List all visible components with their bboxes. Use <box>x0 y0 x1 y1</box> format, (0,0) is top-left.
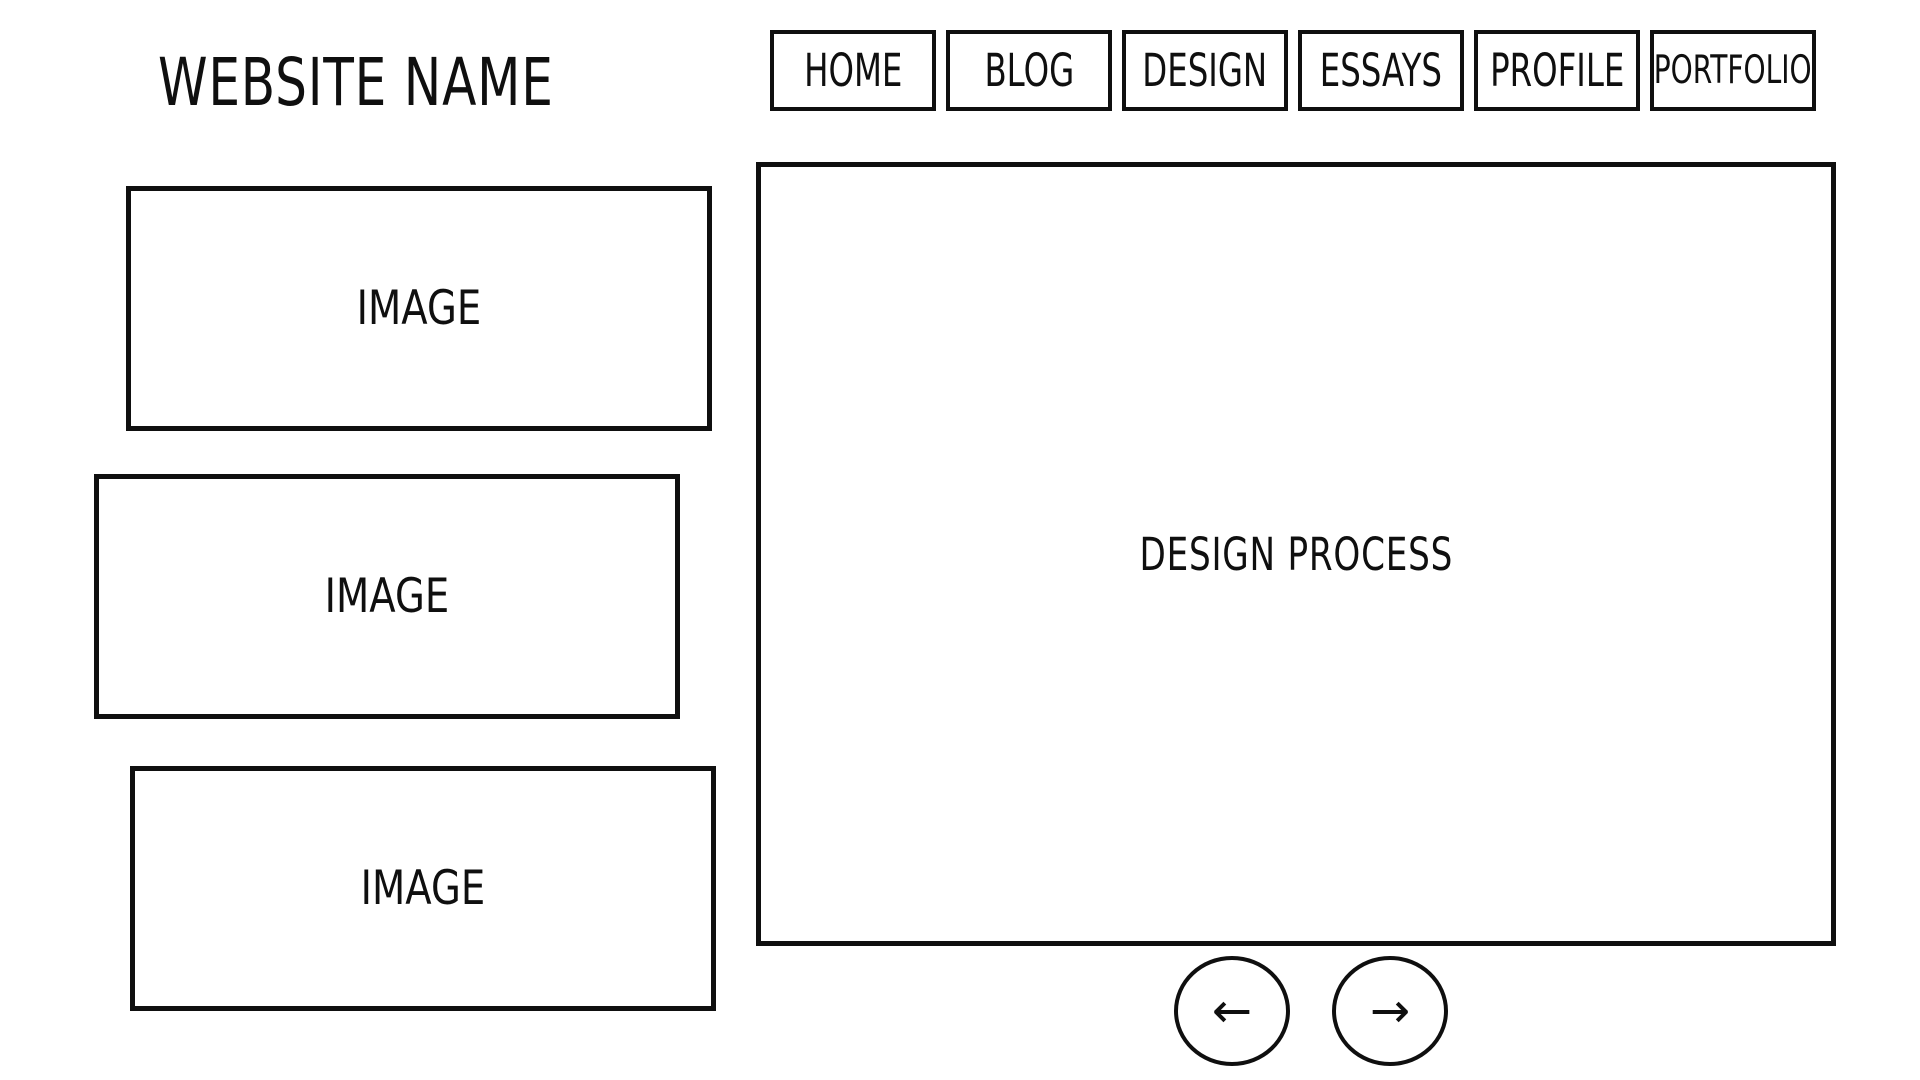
next-button[interactable]: → <box>1332 956 1448 1066</box>
image-label: IMAGE <box>324 569 450 624</box>
nav-item-home[interactable]: HOME <box>770 30 936 111</box>
site-title[interactable]: WEBSITE NAME <box>158 38 553 128</box>
image-placeholder[interactable]: IMAGE <box>94 474 680 719</box>
nav-item-label: HOME <box>803 44 903 97</box>
nav-item-design[interactable]: DESIGN <box>1122 30 1288 111</box>
right-arrow-icon: → <box>1369 983 1411 1039</box>
nav-item-label: DESIGN <box>1142 44 1268 97</box>
panel-label: DESIGN PROCESS <box>1139 527 1453 581</box>
image-label: IMAGE <box>356 281 482 336</box>
left-arrow-icon: ← <box>1211 983 1253 1039</box>
nav-item-profile[interactable]: PROFILE <box>1474 30 1640 111</box>
main-navigation: HOME BLOG DESIGN ESSAYS PROFILE PORTFOLI… <box>770 30 1816 112</box>
nav-item-essays[interactable]: ESSAYS <box>1298 30 1464 111</box>
image-label: IMAGE <box>360 861 486 916</box>
previous-button[interactable]: ← <box>1174 956 1290 1066</box>
nav-item-blog[interactable]: BLOG <box>946 30 1112 111</box>
image-placeholder[interactable]: IMAGE <box>126 186 712 431</box>
main-content-panel: DESIGN PROCESS <box>756 162 1836 946</box>
nav-item-portfolio[interactable]: PORTFOLIO <box>1650 30 1816 111</box>
nav-item-label: PROFILE <box>1489 44 1625 97</box>
image-placeholder[interactable]: IMAGE <box>130 766 716 1011</box>
nav-item-label: BLOG <box>984 44 1074 97</box>
nav-item-label: PORTFOLIO <box>1654 48 1812 93</box>
nav-item-label: ESSAYS <box>1319 44 1443 97</box>
